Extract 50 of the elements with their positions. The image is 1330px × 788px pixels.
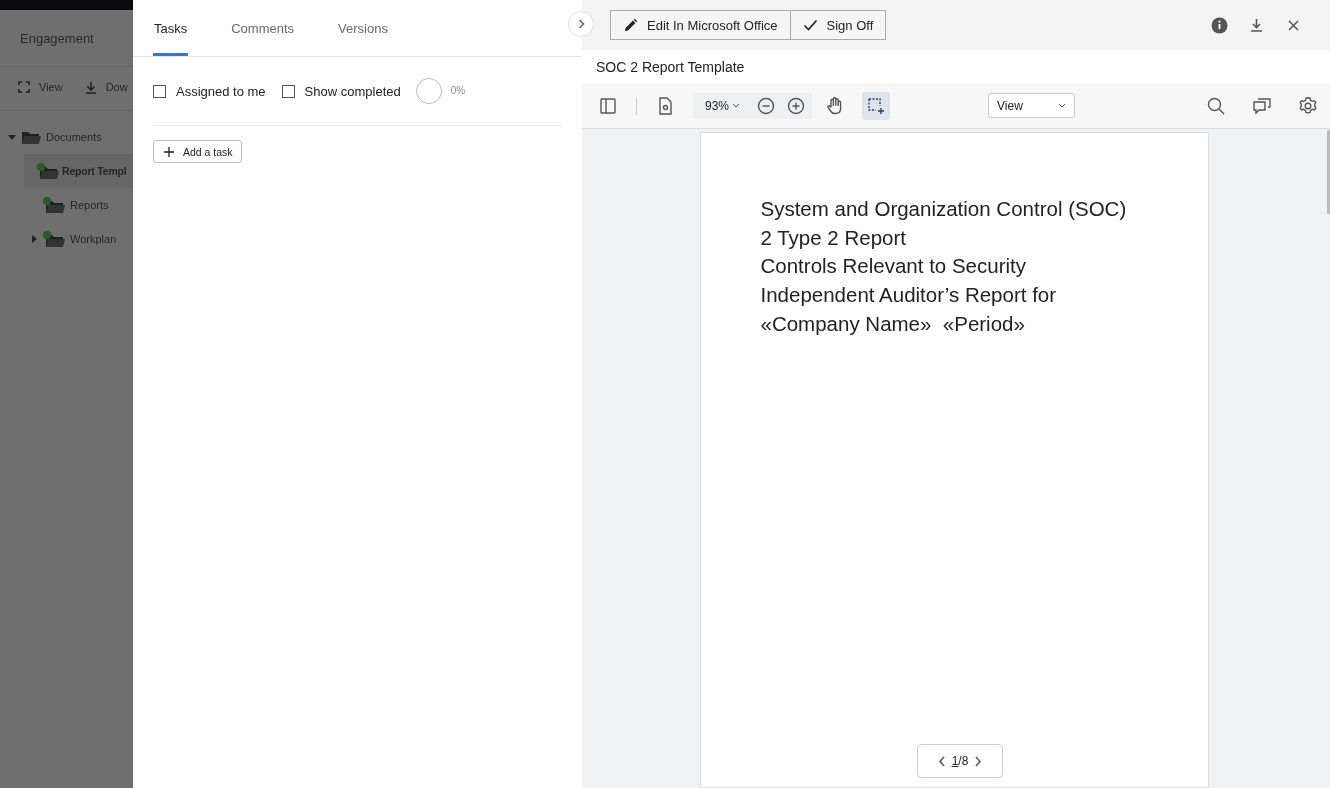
chevron-right-icon: [577, 19, 585, 29]
expand-icon: [18, 81, 30, 93]
pencil-icon: [623, 17, 638, 33]
view-mode-dropdown[interactable]: View: [988, 93, 1076, 118]
tab[interactable]: Comments: [230, 0, 296, 56]
tab[interactable]: Tasks: [153, 0, 189, 56]
chevron-down-icon: [732, 103, 741, 108]
chevron-down-icon: [1058, 103, 1067, 108]
caret-down-icon[interactable]: [8, 133, 16, 141]
tree-item[interactable]: Documents: [0, 120, 133, 154]
download-icon[interactable]: [1248, 16, 1265, 34]
zoom-in-icon[interactable]: [786, 95, 807, 116]
sidebar-toggle-icon[interactable]: [598, 95, 618, 116]
checkbox-label: Assigned to me: [176, 83, 266, 99]
document-title: SOC 2 Report Template: [582, 50, 1330, 83]
previous-page-icon[interactable]: [937, 755, 946, 767]
plus-icon: [164, 146, 174, 157]
document-text-line: Controls Relevant to Security: [760, 253, 1027, 280]
checkbox-label: Show completed: [304, 83, 401, 99]
progress-ring: [414, 77, 443, 105]
document-text-line: 2 Type 2 Report: [760, 224, 907, 251]
document-text-line: System and Organization Control (SOC): [760, 196, 1128, 222]
caret-right-icon[interactable]: [30, 235, 38, 243]
edit-button[interactable]: Edit In Microsoft Office: [610, 10, 791, 40]
info-icon[interactable]: [1211, 16, 1228, 34]
page-total: /8: [958, 754, 969, 768]
shared-folder-icon: [42, 195, 66, 215]
document-text-line: Independent Auditor’s Report for: [760, 282, 1058, 309]
settings-icon[interactable]: [1298, 95, 1318, 116]
shared-folder-icon: [36, 161, 60, 181]
view-button[interactable]: View: [18, 79, 63, 95]
download-button[interactable]: Dow: [84, 79, 128, 95]
shared-folder-icon: [42, 229, 66, 249]
tab[interactable]: Versions: [337, 0, 389, 56]
comments-icon[interactable]: [1252, 95, 1272, 116]
marquee-select-icon[interactable]: [866, 95, 887, 116]
sign-off-button[interactable]: Sign Off: [790, 10, 887, 40]
tree-item[interactable]: Reports: [0, 188, 133, 222]
current-page[interactable]: 1: [951, 754, 959, 768]
zoom-out-icon[interactable]: [756, 95, 777, 116]
document-text-line: «Company Name» «Period»: [760, 310, 1026, 337]
search-icon[interactable]: [1206, 95, 1226, 116]
tree-item[interactable]: Workplan: [0, 222, 133, 256]
check-icon: [802, 19, 818, 31]
next-page-icon[interactable]: [974, 755, 983, 767]
download-icon: [84, 80, 97, 94]
checkbox[interactable]: [153, 84, 166, 98]
add-task-button[interactable]: Add a task: [153, 140, 242, 163]
progress-percent: 0%: [450, 84, 466, 96]
checkbox[interactable]: [281, 84, 295, 98]
